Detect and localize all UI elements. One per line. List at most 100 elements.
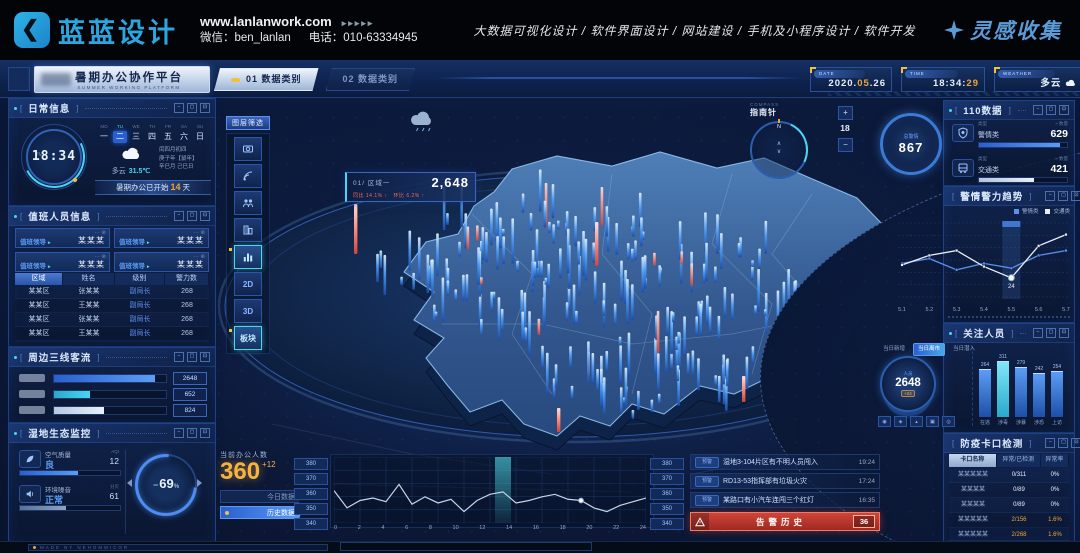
gauge-label: 总警情	[903, 133, 918, 140]
time-plate: TIME 18:34:29	[901, 67, 985, 92]
zoom-level: 18	[838, 123, 852, 133]
zoom-out-button[interactable]: −	[838, 138, 853, 152]
map-tooltip[interactable]: 01/ 区域一 2,648 同比 14.1% ↑环比 6.2% ↑	[345, 172, 476, 202]
layer-button-building[interactable]	[234, 218, 262, 242]
maximize-icon[interactable]: ▢	[1046, 328, 1056, 338]
maximize-icon[interactable]: ▢	[187, 428, 197, 438]
focus-tab[interactable]: 当日离市	[913, 343, 945, 356]
clock-marker	[73, 178, 77, 182]
layer-button-板块[interactable]: 板块	[234, 326, 262, 350]
compass-dial[interactable]: N ∧∨	[750, 121, 808, 179]
alert-row[interactable]: 预警某路口有小汽车连闯三个红灯16:35	[690, 492, 880, 508]
layer-button-2D[interactable]: 2D	[234, 272, 262, 296]
date-label: DATE	[814, 70, 865, 78]
office-data-button[interactable]: 历史数据	[220, 506, 304, 519]
focus-filter-icon[interactable]: ◈	[894, 416, 907, 427]
week-day: SA六	[177, 124, 191, 143]
duty-table-body: 某某区张某某副局长268某某区王某某副局长268某某区张某某副局长268某某区王…	[15, 285, 209, 343]
y-tick: 340	[294, 518, 328, 530]
air-num: 12	[110, 456, 119, 466]
office-data-button[interactable]: 今日数据	[220, 490, 304, 503]
y-axis-right: 380370360350340	[650, 458, 684, 533]
maximize-icon[interactable]: ▢	[1058, 191, 1068, 201]
duty-leader-card[interactable]: 值班领导▸··· ⊗某某某	[114, 252, 209, 272]
layer-button-team[interactable]	[234, 191, 262, 215]
weather-cond: 多云	[112, 168, 126, 175]
minimize-icon[interactable]: −	[1033, 328, 1043, 338]
lunar-calendar: 闰四月初四庚子年【鼠年】辛巳月 己巳日	[159, 146, 198, 172]
gauge-delta: +24	[901, 390, 915, 397]
focus-tab[interactable]: 当日潜入	[948, 343, 980, 356]
focus-bar: 242涉恐	[1033, 346, 1045, 426]
maximize-icon[interactable]: ▢	[187, 352, 197, 362]
expand-icon[interactable]: ⊡	[1071, 191, 1080, 201]
phone-label: 电话：010-63334945	[309, 32, 418, 44]
expand-icon[interactable]: ⊡	[1071, 438, 1080, 448]
layer-button-camera[interactable]	[234, 137, 262, 161]
alert-time: 17:24	[859, 478, 875, 485]
website-link[interactable]: www.lanlanwork.com	[200, 14, 332, 29]
cloud-icon	[1065, 79, 1076, 87]
expand-icon[interactable]: ⊡	[200, 428, 210, 438]
leader-name: 某某某	[177, 235, 204, 246]
gauge-left-arrow[interactable]	[127, 479, 132, 487]
topbar-divider	[436, 77, 802, 79]
focus-filter-icon[interactable]: ▴	[910, 416, 923, 427]
maximize-icon[interactable]: ▢	[1046, 105, 1056, 115]
alert-history-banner[interactable]: 告警历史 36	[690, 512, 880, 531]
duty-leader-card[interactable]: 值班领导▸··· ⊗某某某	[114, 228, 209, 248]
time-value: 18:34:29	[933, 78, 979, 89]
maximize-icon[interactable]: ▢	[187, 211, 197, 221]
layer-button-3D[interactable]: 3D	[234, 299, 262, 323]
minimize-icon[interactable]: −	[1045, 438, 1055, 448]
wechat-label: 微信：ben_lanlan	[200, 32, 291, 44]
bar-category: 上访	[1052, 419, 1062, 426]
clock-time: 18:34	[22, 149, 86, 164]
column-header: 姓名	[63, 273, 115, 285]
y-tick: 340	[650, 518, 684, 530]
alert-row[interactable]: 预警湿地3-104片区有不明人员闯入19:24	[690, 454, 880, 470]
star-icon	[944, 20, 964, 40]
logo-text: 蓝蓝设计	[58, 11, 178, 50]
expand-icon[interactable]: ⊡	[200, 352, 210, 362]
focus-filter-icon[interactable]: ▣	[926, 416, 939, 427]
minimize-icon[interactable]: −	[174, 103, 184, 113]
week-day: FR五	[161, 124, 175, 143]
panel-title: 日常信息	[25, 101, 73, 115]
maximize-icon[interactable]: ▢	[187, 103, 197, 113]
tab-data-category-1[interactable]: 01 数据类别	[214, 68, 319, 91]
panel-epidemic-checkpoint: [防疫卡口检测]−▢⊡ 卡口名称异常/已检测异常率 某某某某某0/3110%某某…	[943, 433, 1075, 547]
tab-data-category-2[interactable]: 02 数据类别	[326, 68, 416, 91]
bar-value: 279	[1017, 360, 1025, 366]
maximize-icon[interactable]: ▢	[1058, 438, 1068, 448]
expand-icon[interactable]: ⊡	[1059, 328, 1069, 338]
minimize-icon[interactable]: −	[174, 352, 184, 362]
minimize-icon[interactable]: −	[174, 211, 184, 221]
y-tick: 380	[650, 458, 684, 470]
focus-filter-icon[interactable]: ◉	[878, 416, 891, 427]
minimize-icon[interactable]: −	[1045, 191, 1055, 201]
flow-value: 2648	[173, 372, 207, 385]
date-plate: DATE 2020.05.26	[810, 67, 892, 92]
duty-leader-card[interactable]: 值班领导▸··· ⊗某某某	[15, 252, 110, 272]
lunar-line: 庚子年【鼠年】	[159, 155, 198, 164]
column-header: 卡口名称	[949, 454, 997, 467]
zoom-in-button[interactable]: +	[838, 106, 853, 120]
leader-name: 某某某	[78, 235, 105, 246]
focus-tab[interactable]: 当日新增	[878, 343, 910, 356]
expand-icon[interactable]: ⊡	[200, 103, 210, 113]
expand-icon[interactable]: ⊡	[200, 211, 210, 221]
layer-button-signal[interactable]	[234, 164, 262, 188]
bar-category: 在逃	[980, 419, 990, 426]
duty-leader-card[interactable]: 值班领导▸··· ⊗某某某	[15, 228, 110, 248]
minimize-icon[interactable]: −	[1033, 105, 1043, 115]
column-header: 区域	[15, 273, 63, 285]
expand-icon[interactable]: ⊡	[1059, 105, 1069, 115]
layer-button-bar-chart[interactable]	[234, 245, 262, 269]
gauge-right-arrow[interactable]	[197, 479, 202, 487]
alert-row[interactable]: 预警RD13-53指挥部有垃圾火灾17:24	[690, 473, 880, 489]
inspiration-collect[interactable]: 灵感收集	[944, 15, 1062, 45]
minimize-icon[interactable]: −	[174, 428, 184, 438]
focus-filter-icon[interactable]: ◎	[942, 416, 955, 427]
compass-label-cn: 指南针	[750, 107, 834, 118]
